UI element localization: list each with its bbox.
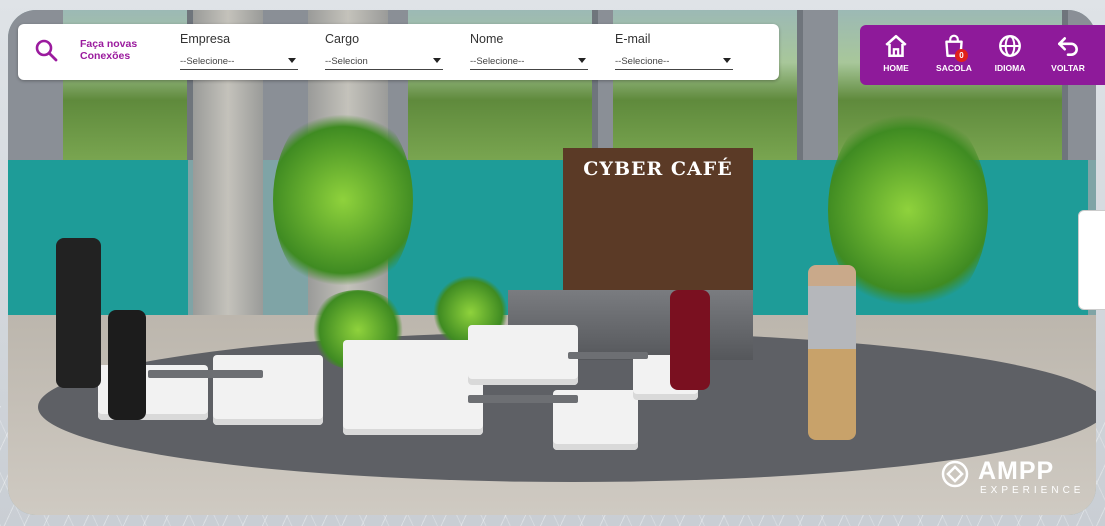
nome-select[interactable]: --Selecione-- bbox=[470, 52, 588, 70]
home-button[interactable]: HOME bbox=[868, 33, 924, 81]
cargo-select[interactable]: --Selecion bbox=[325, 52, 443, 70]
back-arrow-icon bbox=[1058, 37, 1078, 56]
cart-count-badge: 0 bbox=[955, 49, 968, 62]
filter-label: Empresa bbox=[180, 32, 231, 46]
coffee-table bbox=[148, 370, 263, 378]
select-value: --Selecion bbox=[325, 56, 368, 67]
lounge-sofa bbox=[343, 340, 483, 435]
cyber-cafe-sign: CYBER CAFÉ bbox=[583, 158, 733, 180]
empresa-select[interactable]: --Selecione-- bbox=[180, 52, 298, 70]
filter-cargo[interactable]: Cargo --Selecion bbox=[325, 32, 443, 70]
coffee-table bbox=[568, 352, 648, 359]
top-nav: HOME 0 SACOLA IDIOMA VOLTAR bbox=[860, 25, 1105, 85]
caret-down-icon bbox=[288, 58, 296, 63]
virtual-booth-scene[interactable]: CYBER CAFÉ bbox=[8, 10, 1096, 515]
sacola-label: SACOLA bbox=[936, 63, 972, 73]
select-value: --Selecione-- bbox=[470, 56, 525, 67]
brand-sub: EXPERIENCE bbox=[980, 485, 1085, 496]
home-icon bbox=[885, 34, 907, 58]
app-stage: CYBER CAFÉ Faça novas Conexões Empresa -… bbox=[0, 0, 1105, 526]
select-value: --Selecione-- bbox=[180, 56, 235, 67]
voltar-label: VOLTAR bbox=[1051, 63, 1085, 73]
avatar-person[interactable] bbox=[56, 238, 101, 388]
palm-plant bbox=[273, 100, 413, 300]
filter-nome[interactable]: Nome --Selecione-- bbox=[470, 32, 588, 70]
search-icon[interactable] bbox=[34, 38, 58, 62]
coffee-table bbox=[468, 395, 578, 403]
caret-down-icon bbox=[433, 58, 441, 63]
lounge-sofa bbox=[468, 325, 578, 385]
idioma-label: IDIOMA bbox=[994, 63, 1026, 73]
search-label[interactable]: Faça novas Conexões bbox=[80, 38, 137, 62]
voltar-button[interactable]: VOLTAR bbox=[1040, 33, 1096, 81]
brand-name: AMPP bbox=[978, 457, 1055, 485]
side-panel-tab[interactable] bbox=[1078, 210, 1105, 310]
select-value: --Selecione-- bbox=[615, 56, 670, 67]
filter-label: Nome bbox=[470, 32, 504, 46]
caret-down-icon bbox=[723, 58, 731, 63]
filter-empresa[interactable]: Empresa --Selecione-- bbox=[180, 32, 298, 70]
filter-email[interactable]: E-mail --Selecione-- bbox=[615, 32, 733, 70]
connections-search-bar: Faça novas Conexões Empresa --Selecione-… bbox=[18, 24, 779, 80]
ampp-logo: AMPP EXPERIENCE bbox=[940, 455, 1100, 505]
email-select[interactable]: --Selecione-- bbox=[615, 52, 733, 70]
globe-icon bbox=[999, 35, 1021, 57]
caret-down-icon bbox=[578, 58, 586, 63]
avatar-person[interactable] bbox=[108, 310, 146, 420]
sacola-button[interactable]: 0 SACOLA bbox=[926, 33, 982, 81]
filter-label: Cargo bbox=[325, 32, 360, 46]
ampp-logo-icon bbox=[941, 460, 969, 488]
avatar-person[interactable] bbox=[808, 265, 856, 440]
home-label: HOME bbox=[883, 63, 909, 73]
lounge-sofa bbox=[213, 355, 323, 425]
avatar-person[interactable] bbox=[670, 290, 710, 390]
idioma-button[interactable]: IDIOMA bbox=[982, 33, 1038, 81]
filter-label: E-mail bbox=[615, 32, 651, 46]
